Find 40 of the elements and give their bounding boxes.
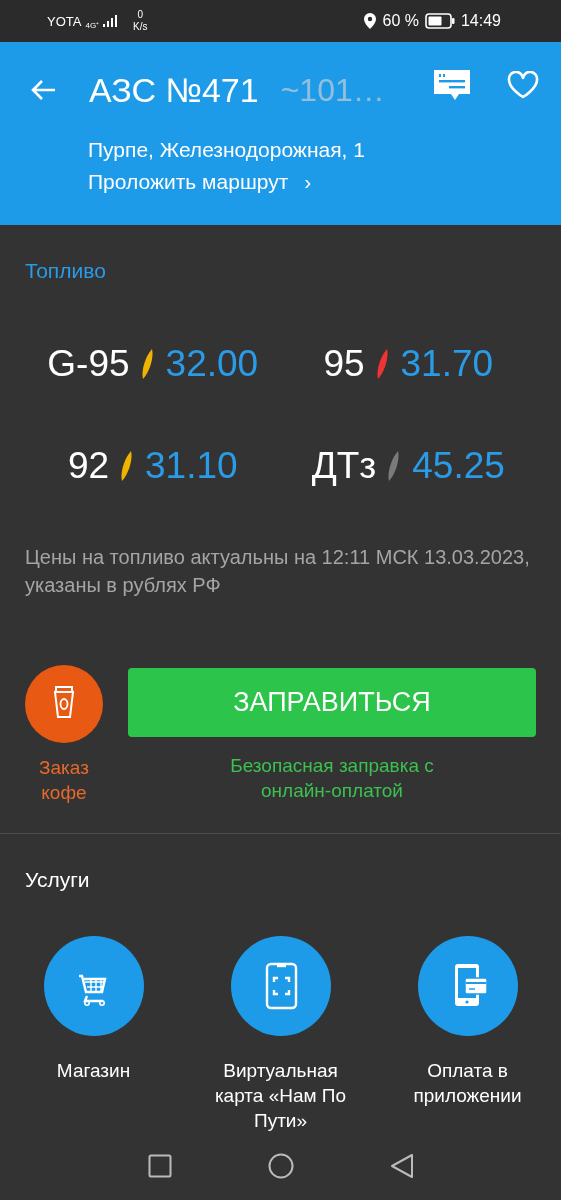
service-label: Виртуальная карта «Нам По Пути» [213, 1059, 348, 1133]
fuel-grade: 95 [323, 343, 365, 385]
shopping-cart-icon[interactable] [43, 936, 144, 1036]
fuel-price: 31.70 [400, 343, 494, 385]
fuel-grade: ДТз [311, 445, 377, 487]
network-type: 4G⁺ [85, 20, 100, 30]
battery-percent: 60 % [382, 12, 419, 30]
service-label: Магазин [55, 1059, 132, 1083]
refuel-button[interactable]: ЗАПРАВИТЬСЯ [128, 668, 536, 737]
coffee-cup-icon[interactable] [25, 665, 103, 743]
fuel-grade: G-95 [47, 343, 130, 385]
heart-icon[interactable] [507, 71, 539, 99]
battery-icon [424, 13, 455, 29]
phone-scan-icon[interactable] [230, 936, 331, 1036]
distance-text: ~101… [280, 71, 385, 109]
price-note: Цены на топливо актуальны на 12:11 МСК 13.03.2023, указаны в рублях РФ [25, 545, 531, 598]
route-link[interactable]: Проложить маршрут › [88, 170, 312, 194]
fuel-price: 31.10 [145, 445, 238, 487]
phone-card-icon[interactable] [417, 936, 518, 1036]
chat-bubble-icon[interactable] [433, 69, 471, 101]
signal-icon [103, 15, 118, 27]
back-icon[interactable] [389, 1153, 414, 1179]
fuel-price: 32.00 [165, 343, 259, 385]
service-label: Оплата в приложении [412, 1059, 523, 1108]
speed-value: 0 [137, 9, 144, 21]
coffee-label: Заказ кофе [38, 756, 90, 805]
address-text: Пурпе, Железнодорожная, 1 [87, 138, 366, 162]
home-icon[interactable] [267, 1153, 294, 1179]
fuel-grade: 92 [67, 445, 110, 487]
section-heading: Топливо [25, 259, 107, 283]
section-heading: Услуги [25, 868, 91, 892]
clock: 14:49 [460, 12, 501, 30]
speed-unit: K/s [133, 21, 148, 33]
recent-apps-icon[interactable] [147, 1154, 172, 1178]
station-title: АЗС №471 [89, 70, 259, 110]
location-pin-icon [364, 13, 377, 29]
fuel-price: 45.25 [412, 445, 505, 487]
carrier-name: YOTA [47, 13, 82, 29]
refuel-caption: Безопасная заправка с онлайн-оплатой [229, 754, 435, 803]
back-arrow-icon[interactable] [31, 79, 57, 101]
